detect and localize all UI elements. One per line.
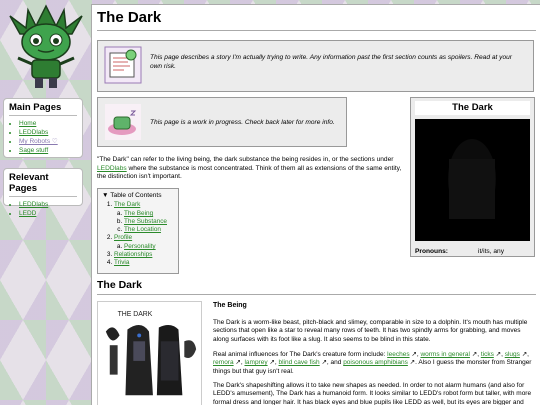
sidebar-link-home[interactable]: Home — [19, 120, 36, 127]
sidebar-link-my-robots[interactable]: My Robots ♡ — [19, 138, 58, 145]
toc-item-personality[interactable]: Personality — [124, 243, 156, 250]
sidebar-relevant-pages: Relevant Pages LEDDlabs LEDD — [3, 168, 83, 217]
being-paragraph-3: The Dark's shapeshifting allows it to ta… — [213, 382, 532, 405]
link-blind-cave-fish[interactable]: blind cave fish — [278, 359, 319, 366]
intro-text-end: where the substance is most concentrated… — [97, 164, 402, 181]
section-divider — [97, 294, 536, 295]
toc-item-relationships[interactable]: Relationships — [114, 251, 152, 258]
page-title: The Dark — [97, 9, 162, 26]
link-poisonous-amphibians[interactable]: poisonous amphibians — [343, 359, 408, 366]
sidebar-link-leddlabs-relevant[interactable]: LEDDlabs — [19, 201, 48, 208]
art-label: THE DARK — [118, 311, 153, 318]
the-dark-concept-art-image[interactable]: THE DARK — [97, 301, 202, 405]
pronouns-label: Pronouns: — [415, 248, 448, 255]
story-book-icon — [104, 46, 142, 84]
influences-intro: Real animal influences for The Dark's cr… — [213, 351, 388, 358]
intro-link-leddlabs[interactable]: LEDDlabs — [97, 165, 127, 172]
table-of-contents: ▼ Table of Contents The Dark The Being T… — [97, 188, 179, 274]
character-infobox: The Dark Pronouns: it/its, any — [410, 97, 535, 257]
toc-item-the-being[interactable]: The Being — [124, 210, 153, 217]
character-portrait-image — [415, 119, 530, 241]
link-slugs[interactable]: slugs — [505, 351, 520, 358]
wip-notice: This page is a work in progress. Check b… — [97, 97, 347, 147]
toc-item-the-location[interactable]: The Location — [124, 226, 161, 233]
intro-text-start: "The Dark" can refer to the living being… — [97, 156, 394, 163]
sleeping-robot-icon — [105, 104, 141, 140]
subsection-title-the-being: The Being — [213, 302, 247, 309]
title-divider — [97, 30, 536, 31]
sidebar-link-leddlabs[interactable]: LEDDlabs — [19, 129, 48, 136]
link-ticks[interactable]: ticks — [481, 351, 494, 358]
infobox-title: The Dark — [415, 101, 530, 115]
toc-item-profile[interactable]: Profile — [114, 234, 132, 241]
sidebar-heading-relevant-pages: Relevant Pages — [9, 172, 77, 197]
toc-item-the-substance[interactable]: The Substance — [124, 218, 167, 225]
being-paragraph-1: The Dark is a worm-like beast, pitch-bla… — [213, 319, 528, 343]
toc-toggle[interactable]: ▼ Table of Contents — [102, 192, 174, 200]
link-remora[interactable]: remora — [213, 359, 234, 366]
sidebar-heading-main-pages: Main Pages — [9, 102, 77, 116]
toc-item-trivia[interactable]: Trivia — [114, 259, 129, 266]
sidebar-link-sage-stuff[interactable]: Sage stuff — [19, 147, 48, 154]
wip-notice-text: This page is a work in progress. Check b… — [150, 119, 335, 126]
sidebar-link-ledd[interactable]: LEDD — [19, 210, 36, 217]
spoiler-notice-text: This page describes a story I'm actually… — [150, 54, 512, 70]
spoiler-notice: This page describes a story I'm actually… — [97, 40, 534, 92]
toc-item-the-dark[interactable]: The Dark — [114, 201, 140, 208]
site-logo-robot-icon[interactable] — [6, 4, 86, 90]
intro-paragraph: "The Dark" can refer to the living being… — [97, 156, 405, 182]
being-paragraph-2: Real animal influences for The Dark's cr… — [213, 351, 532, 375]
sidebar-main-pages: Main Pages Home LEDDlabs My Robots ♡ Sag… — [3, 98, 83, 158]
link-lamprey[interactable]: lamprey — [244, 359, 267, 366]
main-content: The Dark This page describes a story I'm… — [91, 4, 540, 405]
section-title-the-dark: The Dark — [97, 279, 142, 291]
link-worms[interactable]: worms in general — [420, 351, 470, 358]
pronouns-value: it/its, any — [478, 248, 505, 255]
link-leeches[interactable]: leeches — [387, 351, 409, 358]
